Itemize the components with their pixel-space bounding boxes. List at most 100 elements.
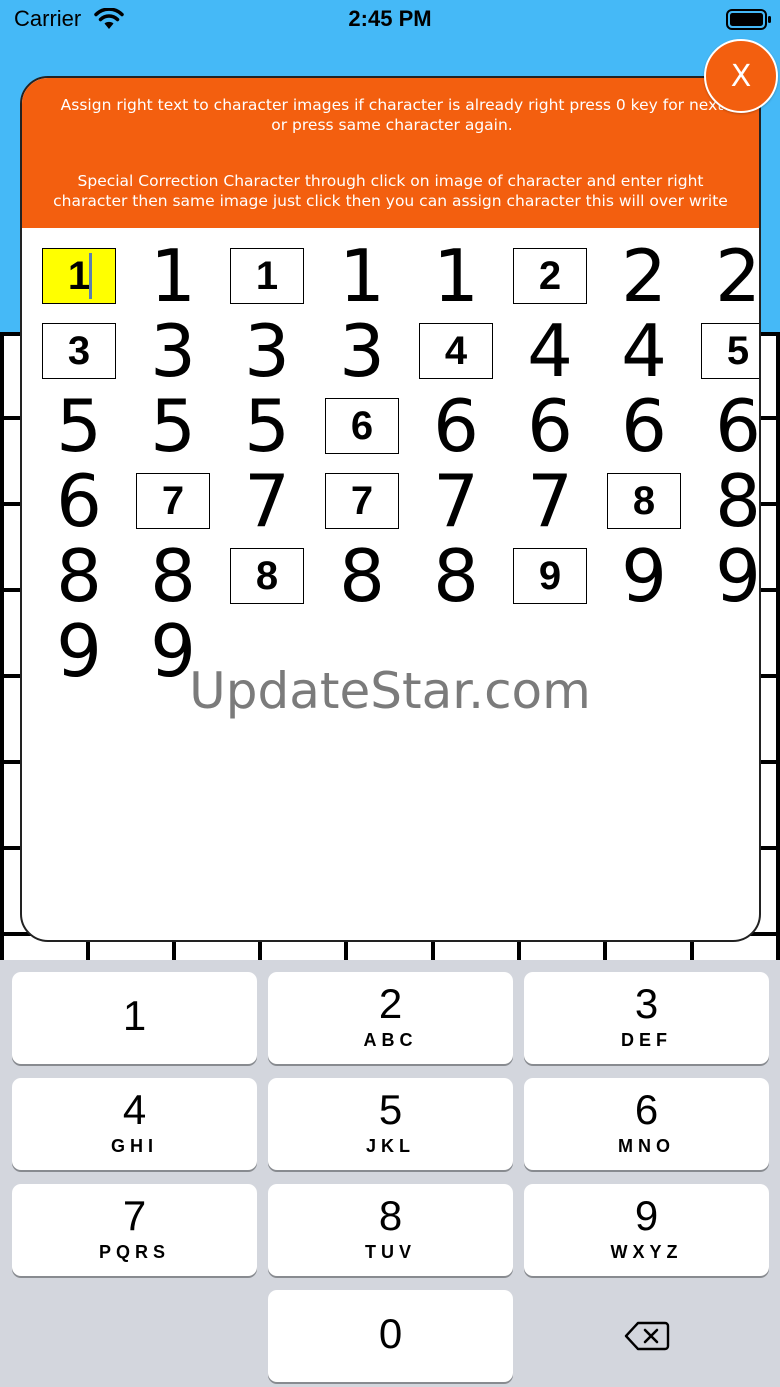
key-3[interactable]: 3 DEF bbox=[524, 972, 769, 1064]
character-image[interactable]: 5 bbox=[32, 388, 126, 464]
instruction-text-1: Assign right text to character images if… bbox=[60, 96, 724, 134]
grid-line bbox=[0, 332, 4, 960]
character-image[interactable]: 1 bbox=[409, 238, 503, 314]
key-digit: 9 bbox=[634, 1192, 659, 1239]
character-label: 3 bbox=[150, 309, 196, 393]
character-image[interactable]: 7 bbox=[220, 463, 314, 539]
instruction-text-2: Special Correction Character through cli… bbox=[53, 172, 728, 210]
boxed-character-image[interactable]: 8 bbox=[597, 463, 691, 539]
character-label: 6 bbox=[621, 384, 667, 468]
character-label: 6 bbox=[715, 384, 761, 468]
character-image[interactable]: 4 bbox=[597, 313, 691, 389]
character-image[interactable]: 9 bbox=[597, 538, 691, 614]
key-letters: DEF bbox=[621, 1030, 672, 1050]
character-label: 8 bbox=[56, 534, 102, 618]
character-image[interactable]: 7 bbox=[503, 463, 597, 539]
grid-line bbox=[776, 332, 780, 960]
boxed-character-image[interactable]: 4 bbox=[409, 313, 503, 389]
boxed-character-image[interactable]: 2 bbox=[503, 238, 597, 314]
key-0[interactable]: 0 bbox=[268, 1290, 513, 1382]
character-label: 1 bbox=[339, 234, 385, 318]
character-label: 5 bbox=[701, 323, 759, 379]
key-digit: 3 bbox=[634, 980, 659, 1027]
character-label: 5 bbox=[150, 384, 196, 468]
key-digit: 2 bbox=[378, 980, 403, 1027]
key-letters: TUV bbox=[365, 1242, 416, 1262]
character-image[interactable]: 1 bbox=[315, 238, 409, 314]
character-image[interactable]: 6 bbox=[691, 384, 761, 468]
boxed-character-image[interactable]: 1 bbox=[220, 238, 314, 314]
character-image[interactable]: 3 bbox=[315, 313, 409, 389]
character-image[interactable]: 6 bbox=[32, 463, 126, 539]
character-image[interactable]: 6 bbox=[409, 388, 503, 464]
character-label: 3 bbox=[244, 309, 290, 393]
character-image[interactable]: 1 bbox=[126, 238, 220, 314]
key-digit: 7 bbox=[122, 1192, 147, 1239]
character-label: 6 bbox=[433, 384, 479, 468]
key-7[interactable]: 7 PQRS bbox=[12, 1184, 257, 1276]
character-label: 8 bbox=[715, 459, 761, 543]
close-icon: X bbox=[730, 58, 752, 94]
boxed-character-image[interactable]: 9 bbox=[503, 538, 597, 614]
boxed-character-image[interactable]: 3 bbox=[32, 313, 126, 389]
character-label: 1 bbox=[150, 234, 196, 318]
key-letters: JKL bbox=[365, 1136, 415, 1156]
correction-dialog: Assign right text to character images if… bbox=[20, 76, 761, 942]
character-image[interactable]: 2 bbox=[597, 238, 691, 314]
character-image[interactable]: 8 bbox=[691, 459, 761, 543]
character-image[interactable]: 3 bbox=[220, 313, 314, 389]
character-label: 8 bbox=[607, 473, 681, 529]
selected-character-label: 1 bbox=[42, 248, 116, 304]
character-image[interactable]: 5 bbox=[220, 388, 314, 464]
character-label: 1 bbox=[230, 248, 304, 304]
character-label: 2 bbox=[715, 234, 761, 318]
character-image[interactable]: 3 bbox=[126, 313, 220, 389]
close-button[interactable]: X bbox=[704, 39, 778, 113]
key-digit: 0 bbox=[378, 1310, 403, 1357]
delete-button[interactable] bbox=[524, 1290, 769, 1382]
key-digit: 1 bbox=[122, 992, 147, 1039]
boxed-character-image[interactable]: 1 bbox=[32, 238, 126, 314]
key-8[interactable]: 8 TUV bbox=[268, 1184, 513, 1276]
character-label: 9 bbox=[621, 534, 667, 618]
character-label: 5 bbox=[56, 384, 102, 468]
watermark: UpdateStar.com bbox=[189, 662, 591, 720]
key-2[interactable]: 2 ABC bbox=[268, 972, 513, 1064]
character-label: 6 bbox=[527, 384, 573, 468]
character-grid: 1111122233334445555666666777778888888999… bbox=[22, 228, 759, 928]
boxed-character-image[interactable]: 8 bbox=[220, 538, 314, 614]
character-image[interactable]: 8 bbox=[126, 538, 220, 614]
boxed-character-image[interactable]: 5 bbox=[691, 313, 759, 389]
key-9[interactable]: 9 WXYZ bbox=[524, 1184, 769, 1276]
status-bar: Carrier 2:45 PM bbox=[0, 0, 780, 40]
character-label: 8 bbox=[230, 548, 304, 604]
boxed-character-image[interactable]: 7 bbox=[315, 463, 409, 539]
key-1[interactable]: 1 bbox=[12, 972, 257, 1064]
boxed-character-image[interactable]: 7 bbox=[126, 463, 220, 539]
character-image[interactable]: 2 bbox=[691, 234, 761, 318]
key-5[interactable]: 5 JKL bbox=[268, 1078, 513, 1170]
character-image[interactable]: 8 bbox=[315, 538, 409, 614]
key-digit: 4 bbox=[122, 1086, 147, 1133]
clock: 2:45 PM bbox=[348, 6, 432, 31]
character-label: 8 bbox=[150, 534, 196, 618]
boxed-character-image[interactable]: 6 bbox=[315, 388, 409, 464]
character-image[interactable]: 8 bbox=[32, 538, 126, 614]
key-letters: MNO bbox=[618, 1136, 675, 1156]
character-label: 3 bbox=[42, 323, 116, 379]
key-4[interactable]: 4 GHI bbox=[12, 1078, 257, 1170]
battery-icon bbox=[726, 9, 772, 35]
instructions-banner: Assign right text to character images if… bbox=[22, 78, 759, 228]
character-image[interactable]: 5 bbox=[126, 388, 220, 464]
character-label: 4 bbox=[527, 309, 573, 393]
character-image[interactable]: 6 bbox=[503, 388, 597, 464]
character-image[interactable]: 6 bbox=[597, 388, 691, 464]
character-image[interactable]: 8 bbox=[409, 538, 503, 614]
character-image[interactable]: 7 bbox=[409, 463, 503, 539]
character-image[interactable]: 9 bbox=[691, 538, 759, 614]
character-label: 7 bbox=[527, 459, 573, 543]
character-label: 7 bbox=[136, 473, 210, 529]
character-image[interactable]: 4 bbox=[503, 313, 597, 389]
character-label: 8 bbox=[339, 534, 385, 618]
key-6[interactable]: 6 MNO bbox=[524, 1078, 769, 1170]
